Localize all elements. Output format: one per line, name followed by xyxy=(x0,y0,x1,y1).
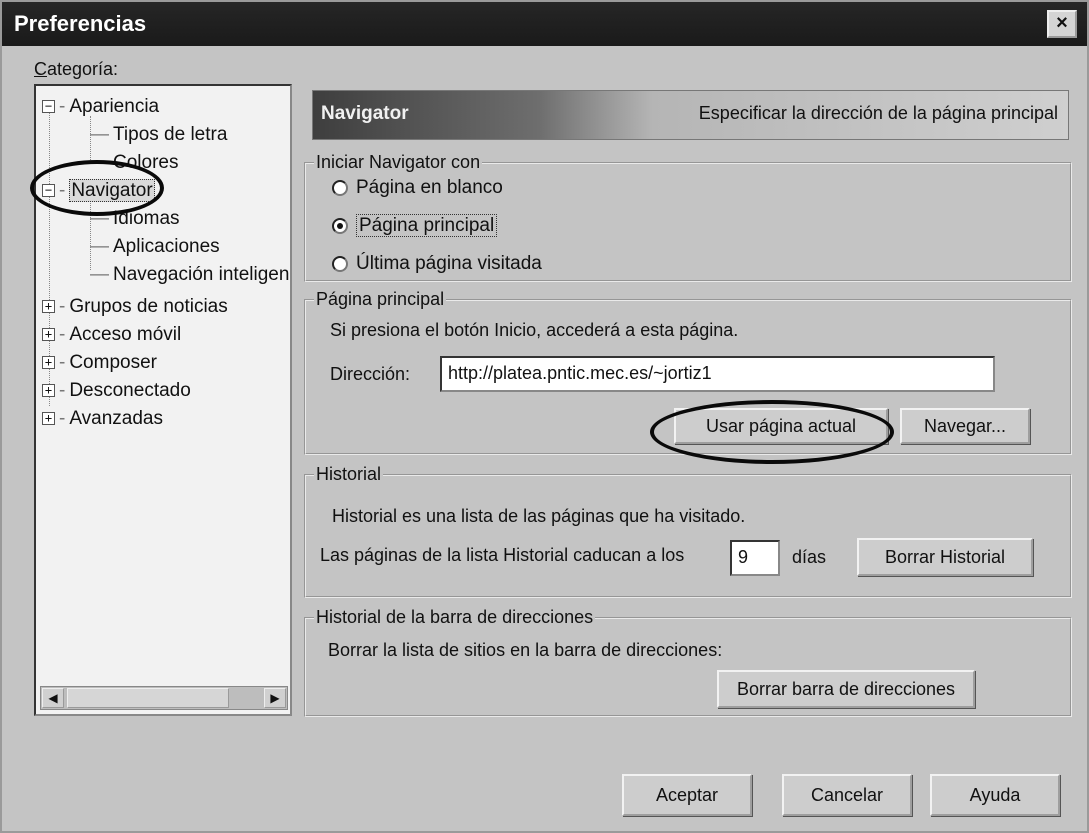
category-tree[interactable]: − - Apariencia — Tipos de letra — Colores − -… xyxy=(34,84,292,716)
radio-icon[interactable] xyxy=(332,179,348,196)
radio-last-visited[interactable]: Última página visitada xyxy=(332,253,542,275)
history-group: Historial xyxy=(304,464,1072,598)
accept-button[interactable]: Aceptar xyxy=(622,774,752,816)
scroll-left-arrow-icon[interactable]: ◀ xyxy=(42,688,64,708)
tree-item-navigator[interactable]: − - Navigator xyxy=(42,178,155,204)
plus-box-icon[interactable]: + xyxy=(42,412,55,426)
urlbar-history-legend: Historial de la barra de direcciones xyxy=(316,607,594,627)
cancel-button[interactable]: Cancelar xyxy=(782,774,912,816)
radio-selected-icon[interactable] xyxy=(332,217,348,234)
panel-description: Especificar la dirección de la página pr… xyxy=(698,103,1058,123)
browse-button[interactable]: Navegar... xyxy=(900,408,1030,444)
panel-title: Navigator xyxy=(321,103,409,124)
tree-item-navegacion-inteligente[interactable]: — Navegación inteligen xyxy=(90,262,289,288)
clear-history-button[interactable]: Borrar Historial xyxy=(857,538,1033,576)
tree-item-apariencia[interactable]: − - Apariencia xyxy=(42,94,159,120)
use-current-page-button[interactable]: Usar página actual xyxy=(674,408,888,444)
panel-header: Navigator Especificar la dirección de la… xyxy=(312,90,1069,140)
radio-blank-page[interactable]: Página en blanco xyxy=(332,177,503,199)
minus-box-icon[interactable]: − xyxy=(42,184,55,198)
window-title: Preferencias xyxy=(14,11,147,36)
address-input[interactable]: http://platea.pntic.mec.es/~jortiz1 xyxy=(440,356,995,392)
plus-box-icon[interactable]: + xyxy=(42,300,55,314)
history-description: Historial es una lista de las páginas qu… xyxy=(332,506,746,526)
title-bar: Preferencias × xyxy=(2,2,1087,46)
radio-home-page[interactable]: Página principal xyxy=(332,214,498,237)
tree-item-aplicaciones[interactable]: — Aplicaciones xyxy=(90,234,220,260)
history-expire-label: Las páginas de la lista Historial caduca… xyxy=(320,545,685,565)
clear-address-bar-button[interactable]: Borrar barra de direcciones xyxy=(717,670,975,708)
plus-box-icon[interactable]: + xyxy=(42,328,55,342)
tree-item-colores[interactable]: — Colores xyxy=(90,150,178,176)
plus-box-icon[interactable]: + xyxy=(42,384,55,398)
plus-box-icon[interactable]: + xyxy=(42,356,55,370)
tree-item-avanzadas[interactable]: + - Avanzadas xyxy=(42,406,163,432)
scroll-thumb[interactable] xyxy=(67,688,229,708)
history-group-legend: Historial xyxy=(316,464,382,484)
tree-item-tipos-de-letra[interactable]: — Tipos de letra xyxy=(90,122,227,148)
tree-item-composer[interactable]: + - Composer xyxy=(42,350,157,376)
days-label: días xyxy=(792,547,827,567)
help-button[interactable]: Ayuda xyxy=(930,774,1060,816)
address-label: Dirección: xyxy=(330,364,411,384)
close-icon[interactable]: × xyxy=(1047,10,1077,38)
tree-item-idiomas[interactable]: — Idiomas xyxy=(90,206,180,232)
tree-item-grupos-de-noticias[interactable]: + - Grupos de noticias xyxy=(42,294,228,320)
tree-horizontal-scrollbar[interactable]: ◀ ▶ xyxy=(40,686,288,710)
category-label: Categoría: xyxy=(34,59,119,79)
radio-icon[interactable] xyxy=(332,255,348,272)
preferences-dialog: Preferencias × Categoría: − - Apariencia —… xyxy=(0,0,1089,833)
history-days-input[interactable]: 9 xyxy=(730,540,780,576)
scroll-right-arrow-icon[interactable]: ▶ xyxy=(264,688,286,708)
minus-box-icon[interactable]: − xyxy=(42,100,55,114)
home-hint: Si presiona el botón Inicio, accederá a … xyxy=(330,320,739,340)
home-group-legend: Página principal xyxy=(316,289,445,309)
tree-item-desconectado[interactable]: + - Desconectado xyxy=(42,378,191,404)
urlbar-history-description: Borrar la lista de sitios en la barra de… xyxy=(328,640,723,660)
tree-item-acceso-movil[interactable]: + - Acceso móvil xyxy=(42,322,181,348)
start-group-legend: Iniciar Navigator con xyxy=(316,152,481,172)
